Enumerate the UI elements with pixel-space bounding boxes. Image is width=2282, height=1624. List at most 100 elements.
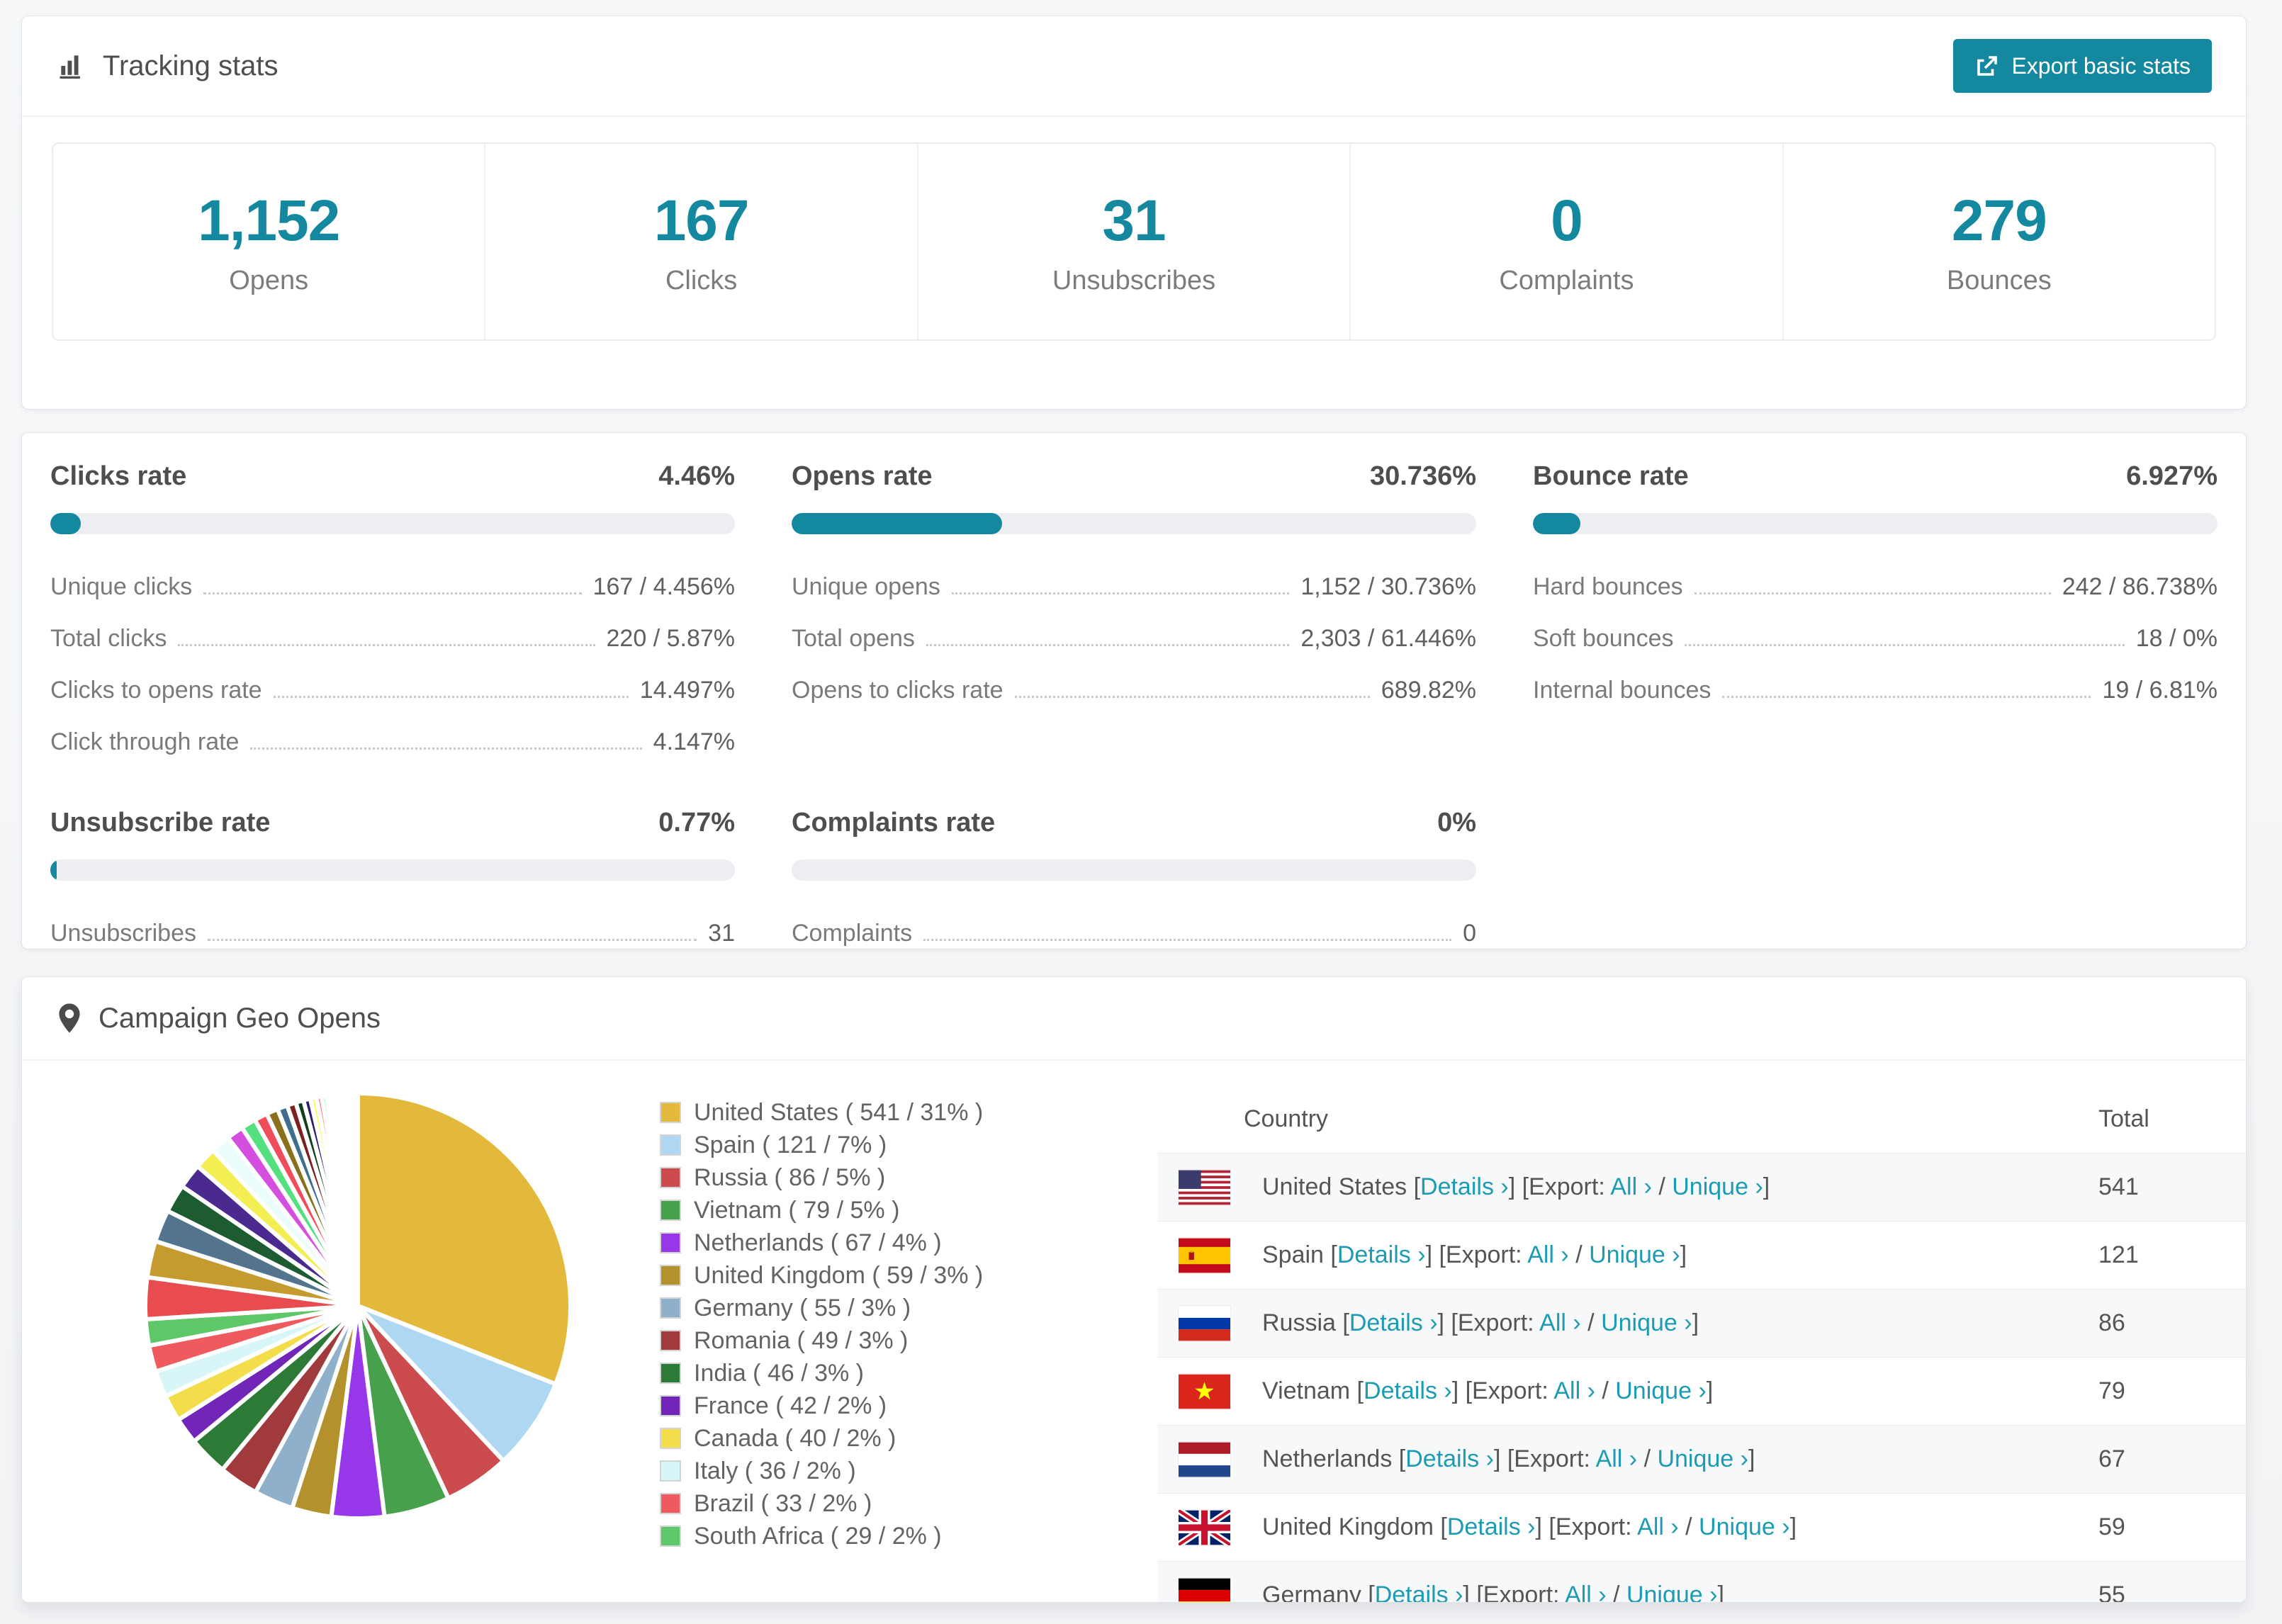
stat-box: 1,152 Opens [53,144,484,339]
rate-row: Hard bounces 242 / 86.738% [1533,561,2218,613]
stat-boxes: 1,152 Opens 167 Clicks 31 Unsubscribes 0 Compla… [52,142,2216,341]
nl-flag-icon [1179,1442,1230,1477]
dotted-leader [1014,696,1370,698]
rate-value: 0% [1437,808,1476,838]
rate-block: Unsubscribe rate 0.77% Unsubscribes 31 [50,808,735,959]
ru-flag-icon [1179,1306,1230,1341]
export-basic-stats-button[interactable]: Export basic stats [1953,39,2212,93]
rate-row-value: 689.82% [1381,677,1476,704]
rate-progress-fill [792,513,1002,534]
rate-progress-fill [50,513,82,534]
rate-block: Clicks rate 4.46% Unique clicks 167 / 4.456… [50,461,735,768]
rate-value: 6.927% [2126,461,2218,491]
details-link[interactable]: Details › [1447,1513,1536,1540]
rate-row-label: Internal bounces [1533,677,1712,704]
legend-item: Canada ( 40 / 2% ) [660,1422,983,1455]
rate-row: Unique clicks 167 / 4.456% [50,561,735,613]
export-unique-link[interactable]: Unique › [1615,1377,1707,1404]
us-flag-icon [1179,1170,1230,1205]
details-link[interactable]: Details › [1349,1309,1438,1336]
legend-label: Canada ( 40 / 2% ) [694,1424,896,1452]
export-unique-link[interactable]: Unique › [1672,1173,1763,1200]
legend-item: Brazil ( 33 / 2% ) [660,1487,983,1520]
geo-table-row: Germany [Details ›] [Export: All › / Uni… [1157,1561,2246,1602]
export-all-link[interactable]: All › [1539,1309,1581,1336]
stat-box: 279 Bounces [1782,144,2215,339]
stat-label: Unsubscribes [1052,265,1216,295]
rate-row-value: 1,152 / 30.736% [1300,573,1476,600]
rate-row-label: Hard bounces [1533,573,1683,600]
legend-swatch [660,1102,681,1123]
tracking-stats-header: Tracking stats Export basic stats [22,16,2246,117]
rate-row-label: Click through rate [50,728,240,755]
geo-row-country-cell: Netherlands [Details ›] [Export: All › /… [1262,1445,1755,1472]
details-link[interactable]: Details › [1420,1173,1509,1200]
export-unique-link[interactable]: Unique › [1626,1581,1718,1602]
legend-swatch [660,1526,681,1547]
rate-row: Unique opens 1,152 / 30.736% [792,561,1476,613]
export-all-link[interactable]: All › [1596,1445,1638,1472]
geo-table: Country Total United States [Details ›] … [1157,1085,2246,1602]
rate-header: Unsubscribe rate 0.77% [50,808,735,838]
geo-legend: United States ( 541 / 31% ) Spain ( 121 /… [660,1096,983,1552]
export-all-link[interactable]: All › [1637,1513,1679,1540]
export-unique-link[interactable]: Unique › [1601,1309,1692,1336]
details-link[interactable]: Details › [1375,1581,1463,1602]
dotted-leader [1685,644,2125,646]
stat-label: Clicks [665,265,738,295]
legend-label: Russia ( 86 / 5% ) [694,1163,886,1191]
details-link[interactable]: Details › [1337,1241,1426,1268]
export-all-link[interactable]: All › [1610,1173,1652,1200]
geo-row-country-cell: United States [Details ›] [Export: All ›… [1262,1173,1770,1200]
page-title: Tracking stats [103,50,279,81]
legend-item: Germany ( 55 / 3% ) [660,1292,983,1324]
legend-swatch [660,1330,681,1351]
export-unique-link[interactable]: Unique › [1657,1445,1748,1472]
geo-row-total-cell: 541 [2098,1173,2139,1200]
geo-header: Campaign Geo Opens [22,977,2246,1061]
rate-value: 30.736% [1369,461,1476,491]
vn-flag-icon [1179,1374,1230,1409]
dotted-leader [1722,696,2091,698]
geo-body: United States ( 541 / 31% ) Spain ( 121 /… [22,1061,2246,1602]
geo-row-total-cell: 79 [2098,1377,2125,1404]
export-all-link[interactable]: All › [1553,1377,1595,1404]
geo-table-row: Russia [Details ›] [Export: All › / Uniq… [1157,1289,2246,1357]
rate-row-label: Unsubscribes [50,920,196,947]
rate-title: Bounce rate [1533,461,1689,491]
stat-value: 1,152 [198,188,340,253]
legend-label: Romania ( 49 / 3% ) [694,1326,909,1354]
export-unique-link[interactable]: Unique › [1699,1513,1790,1540]
legend-item: United States ( 541 / 31% ) [660,1096,983,1129]
rate-block: Bounce rate 6.927% Hard bounces 242 / 86.73… [1533,461,2218,768]
geo-pie-chart [128,1076,588,1535]
legend-label: Vietnam ( 79 / 5% ) [694,1196,900,1224]
details-link[interactable]: Details › [1364,1377,1452,1404]
legend-item: Netherlands ( 67 / 4% ) [660,1227,983,1259]
total-column-header: Total [2098,1105,2149,1132]
rate-rows: Complaints 0 [792,908,1476,959]
dotted-leader [250,748,642,750]
map-pin-icon [59,1003,80,1033]
legend-item: Russia ( 86 / 5% ) [660,1161,983,1194]
export-all-link[interactable]: All › [1565,1581,1607,1602]
stat-label: Bounces [1946,265,2052,295]
legend-label: Netherlands ( 67 / 4% ) [694,1229,942,1256]
legend-swatch [660,1395,681,1416]
dotted-leader [203,592,582,594]
geo-table-row: Netherlands [Details ›] [Export: All › /… [1157,1425,2246,1493]
legend-label: Germany ( 55 / 3% ) [694,1294,911,1321]
geo-table-row: United Kingdom [Details ›] [Export: All … [1157,1493,2246,1561]
rate-row-value: 19 / 6.81% [2102,677,2218,704]
rate-row: Soft bounces 18 / 0% [1533,613,2218,665]
export-unique-link[interactable]: Unique › [1589,1241,1680,1268]
export-all-link[interactable]: All › [1527,1241,1569,1268]
legend-swatch [660,1363,681,1384]
details-link[interactable]: Details › [1405,1445,1494,1472]
rate-header: Bounce rate 6.927% [1533,461,2218,492]
gb-flag-icon [1179,1509,1230,1545]
legend-item: India ( 46 / 3% ) [660,1357,983,1389]
dotted-leader [1694,592,2051,594]
rate-title: Clicks rate [50,461,187,491]
country-column-header: Country [1244,1105,1329,1132]
